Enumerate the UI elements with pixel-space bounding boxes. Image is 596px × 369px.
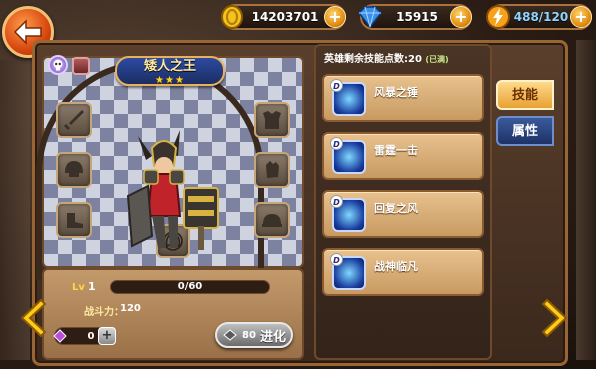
level-value: 1	[88, 280, 96, 293]
glove-icon	[266, 161, 279, 178]
chevron-left-icon	[20, 298, 47, 338]
gold-value: 14203701	[251, 10, 319, 24]
gold-coin-icon	[218, 3, 246, 31]
armor-icon	[263, 111, 281, 129]
skill-points-value: 20	[408, 54, 422, 65]
equip-slot-gloves[interactable]	[254, 152, 290, 188]
evolve-cost: 80	[242, 329, 256, 341]
level-label: Lv	[72, 282, 85, 293]
faction-emblem-icon[interactable]	[72, 57, 90, 75]
skill-rank-icon: D	[330, 137, 343, 150]
soul-stone-icon	[223, 329, 237, 341]
storm-hammer-icon: D	[330, 79, 366, 116]
evolve-label: 进化	[259, 329, 286, 345]
equip-slot-boots[interactable]	[56, 202, 92, 238]
diamond-counter: 15915 +	[357, 4, 472, 30]
skill-name: 回复之风	[374, 202, 418, 215]
tab-skills[interactable]: 技能	[496, 80, 554, 110]
hero-name: 矮人之王	[143, 59, 196, 74]
healing-wind-icon: D	[330, 195, 366, 232]
diamond-icon	[356, 3, 384, 31]
hero-stars: ★★★	[155, 75, 185, 86]
add-diamond-button[interactable]: +	[450, 6, 472, 28]
add-gold-button[interactable]: +	[324, 6, 346, 28]
skull-badge-icon[interactable]	[48, 55, 68, 75]
diamond-value: 15915	[396, 10, 438, 24]
purple-gem-icon	[53, 329, 67, 343]
lightning-icon	[484, 3, 512, 31]
skill-rank-icon: D	[330, 79, 343, 92]
cap-icon	[262, 214, 282, 227]
skill-item-storm-hammer[interactable]: D 风暴之锤	[322, 74, 484, 122]
skill-item-healing-wind[interactable]: D 回复之风	[322, 190, 484, 238]
skill-name: 雷霆一击	[374, 144, 418, 157]
tab-attributes[interactable]: 属性	[496, 116, 554, 146]
war-god-icon: D	[330, 253, 366, 290]
skill-name: 风暴之锤	[374, 86, 418, 99]
evolve-button[interactable]: 80 进化	[215, 322, 293, 348]
skill-rank-icon: D	[330, 253, 343, 266]
add-soul-gem-button[interactable]: +	[98, 327, 116, 345]
boot-icon	[67, 213, 83, 228]
chevron-right-icon	[541, 298, 568, 338]
equip-slot-accessory[interactable]	[254, 202, 290, 238]
equip-slot-helmet[interactable]	[56, 152, 92, 188]
sword-icon	[64, 110, 84, 130]
equip-slot-armor[interactable]	[254, 102, 290, 138]
hero-title-ribbon: 矮人之王 ★★★	[115, 56, 225, 86]
equip-slot-weapon[interactable]	[56, 102, 92, 138]
skill-item-thunder-strike[interactable]: D 雷霆一击	[322, 132, 484, 180]
power-value: 120	[120, 303, 141, 314]
energy-value: 488/120	[513, 10, 569, 24]
background-right-strip	[576, 40, 596, 360]
skill-name: 战神临凡	[374, 260, 418, 273]
skill-rank-icon: D	[330, 195, 343, 208]
skill-points-label: 英雄剩余技能点数:	[324, 54, 408, 65]
thunder-strike-icon: D	[330, 137, 366, 174]
helmet-icon	[65, 161, 83, 177]
xp-text: 0/60	[177, 281, 203, 292]
gold-counter: 14203701 +	[221, 4, 346, 30]
previous-hero-button[interactable]	[16, 296, 48, 340]
energy-counter: 488/120 +	[486, 4, 592, 30]
skill-points-note: (已满)	[425, 55, 449, 64]
next-hero-button[interactable]	[540, 296, 572, 340]
skill-item-war-god-descends[interactable]: D 战神临凡	[322, 248, 484, 296]
add-energy-button[interactable]: +	[570, 6, 592, 28]
skill-points-header: 英雄剩余技能点数:20 (已满)	[324, 50, 449, 65]
hero-figure	[118, 126, 238, 256]
power-label: 战斗力：	[84, 307, 124, 318]
